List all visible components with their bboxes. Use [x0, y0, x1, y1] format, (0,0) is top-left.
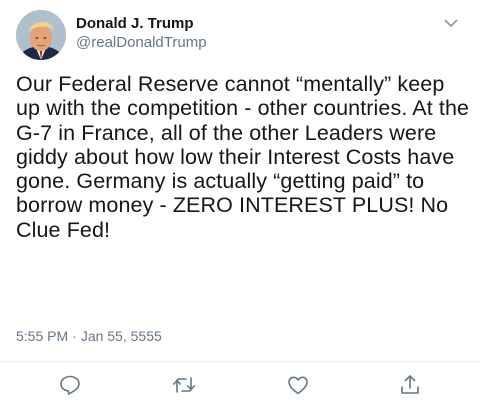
tweet-time: 5:55 PM — [16, 328, 69, 344]
reply-icon — [60, 375, 80, 395]
retweet-button[interactable] — [172, 373, 196, 397]
heart-icon — [288, 376, 308, 395]
user-handle[interactable]: @realDonaldTrump — [76, 33, 207, 52]
user-names: Donald J. Trump @realDonaldTrump — [76, 14, 207, 52]
display-name[interactable]: Donald J. Trump — [76, 14, 207, 33]
tweet-text: Our Federal Reserve cannot “mentally” ke… — [16, 72, 476, 242]
tweet-card: Donald J. Trump @realDonaldTrump Our Fed… — [0, 0, 480, 410]
tweet-date: Jan 55, 5555 — [80, 328, 162, 344]
share-icon — [401, 375, 419, 394]
tweet-header: Donald J. Trump @realDonaldTrump — [16, 10, 464, 66]
share-button[interactable] — [398, 373, 422, 397]
tweet-timestamp[interactable]: 5:55 PM · Jan 55, 5555 — [16, 327, 162, 345]
reply-button[interactable] — [58, 373, 82, 397]
like-button[interactable] — [286, 373, 310, 397]
avatar-image — [16, 10, 66, 60]
action-bar — [0, 370, 480, 400]
divider — [0, 361, 480, 362]
timestamp-separator: · — [72, 328, 77, 344]
avatar[interactable] — [16, 10, 66, 60]
chevron-down-icon[interactable] — [442, 14, 460, 32]
retweet-icon — [173, 377, 195, 393]
